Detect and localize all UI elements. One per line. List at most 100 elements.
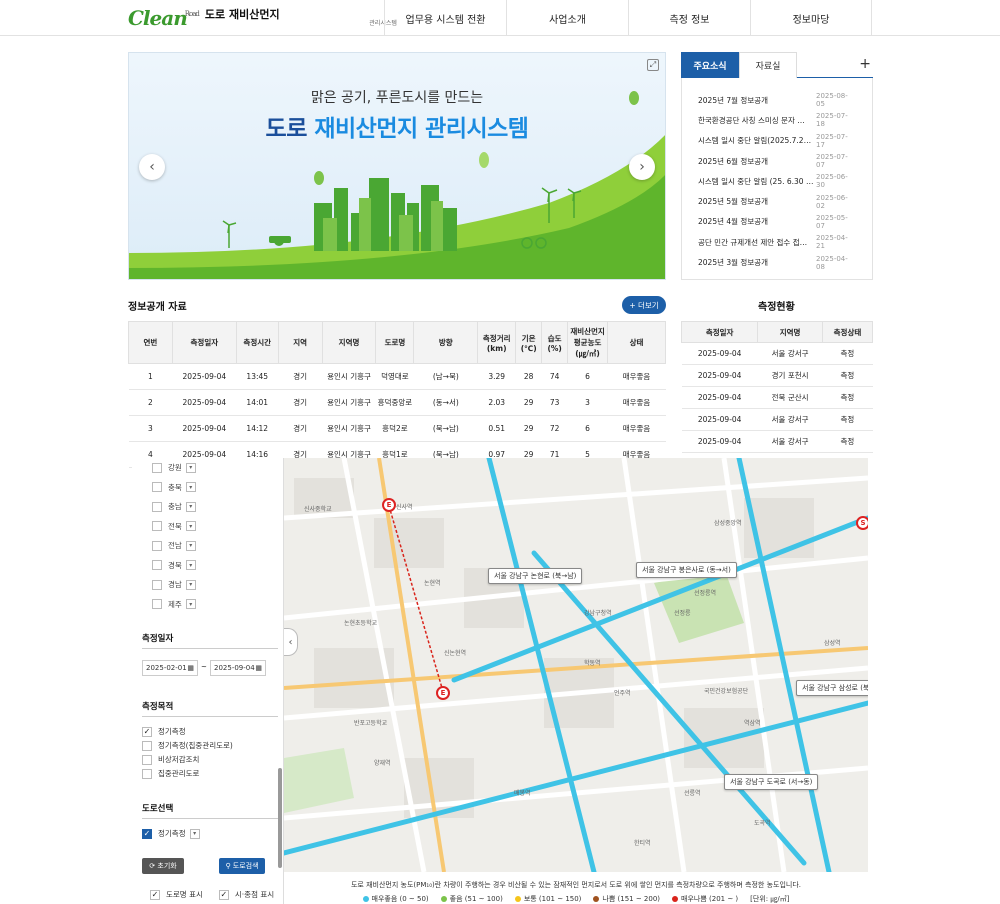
road-label-samseong[interactable]: 서울 강남구 삼성로 (북: [796, 680, 868, 696]
map-poi-label: 반포고등학교: [354, 720, 388, 727]
checkbox[interactable]: [142, 740, 152, 751]
expand-icon[interactable]: ⤢: [647, 59, 659, 71]
panel-collapse-button[interactable]: ‹: [284, 628, 298, 656]
road-search-button[interactable]: ⚲ 도로검색: [219, 858, 265, 874]
checkbox-checked-icon[interactable]: ✓: [150, 889, 160, 900]
table-row[interactable]: 3 2025-09-04 14:12 경기 용인시 기흥구 흥덕2로 (북→남) 0.51 29…: [128, 415, 666, 442]
news-date: 2025-05-07: [816, 213, 848, 230]
show-road-name-option[interactable]: ✓ 도로명 표시: [150, 889, 203, 900]
table-row[interactable]: 2 2025-09-04 14:01 경기 용인시 기흥구 흥덕중앙로 (동→서) 2.03 2…: [128, 389, 666, 416]
banner-prev-button[interactable]: ‹: [139, 154, 165, 180]
checkbox[interactable]: [152, 501, 162, 512]
purpose-option[interactable]: 비상저감조치: [142, 754, 199, 765]
table-cell: 매우좋음: [607, 389, 666, 416]
start-marker-icon[interactable]: S: [856, 516, 868, 530]
legend-item: 매우좋음 (0 ~ 50): [362, 894, 429, 904]
region-option[interactable]: 강원 ▾: [152, 462, 196, 473]
chevron-down-icon[interactable]: ▾: [185, 482, 196, 492]
chevron-down-icon[interactable]: ▾: [185, 579, 196, 590]
chevron-down-icon[interactable]: ▾: [185, 540, 196, 551]
panel-scrollbar[interactable]: [278, 768, 282, 868]
table-cell: 3.29: [477, 363, 516, 390]
checkbox[interactable]: [152, 560, 162, 570]
news-item[interactable]: 2025년 7월 정보공개 2025-08-05: [682, 90, 872, 110]
news-item[interactable]: 2025년 3월 정보공개 2025-04-08: [682, 252, 872, 272]
news-item[interactable]: 2025년 4월 정보공개 2025-05-07: [682, 212, 872, 232]
chevron-down-icon[interactable]: ▾: [185, 501, 196, 512]
region-option[interactable]: 전남 ▾: [152, 540, 196, 551]
news-date: 2025-04-08: [816, 254, 848, 271]
checkbox[interactable]: [152, 521, 162, 531]
end-marker-icon[interactable]: E: [436, 686, 450, 700]
table-header: 기온 (℃): [515, 321, 543, 364]
news-date: 2025-07-07: [816, 153, 848, 170]
more-button[interactable]: + 더보기: [622, 296, 666, 314]
chevron-down-icon[interactable]: ▾: [185, 521, 196, 531]
news-item[interactable]: 시스템 일시 중단 알림(2025.7.2… 2025-07-17: [682, 131, 872, 151]
table-cell: (동→서): [413, 389, 478, 416]
checkbox[interactable]: [152, 599, 162, 609]
main-banner[interactable]: 맑은 공기, 푸른도시를 만드는 도로 재비산먼지 관리시스템 ‹ › ⤢: [128, 52, 666, 280]
road-map[interactable]: E E S 서울 강남구 논현로 (북→남) 서울 강남구 봉은사로 (동→서)…: [284, 458, 868, 872]
plus-icon[interactable]: +: [859, 56, 871, 72]
checkbox-checked-icon[interactable]: ✓: [142, 828, 152, 839]
table-cell: 서울 강서구: [757, 342, 823, 365]
table-row[interactable]: 2025-09-04 서울 강서구 측정: [681, 430, 873, 453]
table-cell: 용인시 기흥구: [322, 415, 376, 442]
table-row[interactable]: 2025-09-04 경기 포천시 측정: [681, 364, 873, 387]
purpose-option[interactable]: 집중관리도로: [142, 768, 199, 779]
news-item[interactable]: 2025년 5월 정보공개 2025-06-02: [682, 191, 872, 211]
start-marker-icon[interactable]: E: [382, 498, 396, 512]
purpose-option[interactable]: 정기측정(집중관리도로): [142, 740, 233, 751]
region-option[interactable]: 제주 ▾: [152, 599, 196, 610]
nav-about[interactable]: 사업소개: [506, 0, 628, 36]
show-endpoints-option[interactable]: ✓ 시·종점 표시: [218, 889, 274, 900]
checkbox[interactable]: [142, 768, 152, 779]
nav-measurement-info[interactable]: 측정 정보: [628, 0, 750, 36]
banner-next-button[interactable]: ›: [629, 154, 655, 180]
checkbox[interactable]: [152, 540, 162, 551]
region-option[interactable]: 경북 ▾: [152, 560, 196, 571]
chevron-down-icon[interactable]: ▾: [185, 599, 196, 609]
table-row[interactable]: 2025-09-04 전북 군산시 측정: [681, 386, 873, 409]
road-label-dogok[interactable]: 서울 강남구 도곡로 (서→동): [724, 774, 819, 790]
road-select[interactable]: ✓ 정기측정 ▾: [142, 828, 200, 839]
region-option[interactable]: 충남 ▾: [152, 501, 196, 512]
date-from-input[interactable]: 2025-02-01 ▦: [142, 660, 198, 676]
filter-panel: 강원 ▾ 충북 ▾ 충남 ▾ 전북 ▾ 전남 ▾ 경북 ▾ 경남 ▾ 제주 ▾ 측정일자 2025-02-01…: [132, 458, 284, 904]
chevron-down-icon[interactable]: ▾: [185, 462, 196, 473]
chevron-down-icon[interactable]: ▾: [189, 828, 200, 839]
region-option[interactable]: 충북 ▾: [152, 482, 196, 493]
news-item[interactable]: 2025년 6월 정보공개 2025-07-07: [682, 151, 872, 171]
region-option[interactable]: 경남 ▾: [152, 579, 196, 590]
news-item[interactable]: 한국환경공단 사칭 스미싱 문자 … 2025-07-18: [682, 110, 872, 130]
news-item[interactable]: 공단 민간 규제개선 제안 접수 접… 2025-04-21: [682, 232, 872, 252]
chevron-down-icon[interactable]: ▾: [185, 560, 196, 570]
checkbox[interactable]: [152, 462, 162, 473]
checkbox[interactable]: [152, 482, 162, 492]
date-to-input[interactable]: 2025-09-04 ▦: [210, 660, 266, 676]
checkbox[interactable]: [152, 579, 162, 590]
checkbox-checked-icon[interactable]: ✓: [142, 726, 152, 737]
checkbox-checked-icon[interactable]: ✓: [218, 889, 229, 900]
search-icon: ⚲: [225, 862, 233, 870]
nav-system-switch[interactable]: 업무용 시스템 전환: [384, 0, 506, 36]
tab-library[interactable]: 자료실: [739, 52, 797, 78]
nav-info-plaza[interactable]: 정보마당: [750, 0, 872, 36]
checkbox[interactable]: [142, 754, 152, 765]
table-row[interactable]: 2025-09-04 서울 강서구 측정: [681, 408, 873, 431]
news-item[interactable]: 시스템 일시 중단 알림 (25. 6.30 … 2025-06-30: [682, 171, 872, 191]
table-header: 측정상태: [821, 321, 874, 343]
table-row[interactable]: 2025-09-04 서울 강서구 측정: [681, 342, 873, 365]
region-label: 충남: [168, 502, 182, 511]
region-label: 전남: [168, 541, 182, 550]
region-option[interactable]: 전북 ▾: [152, 521, 196, 532]
map-poi-label: 논현초등학교: [344, 620, 378, 627]
table-cell: 용인시 기흥구: [322, 363, 376, 390]
table-row[interactable]: 1 2025-09-04 13:45 경기 용인시 기흥구 덕영대로 (남→북) 3.29 28…: [128, 363, 666, 390]
tab-main-news[interactable]: 주요소식: [681, 52, 739, 78]
reset-button[interactable]: ⟳ 초기화: [142, 858, 184, 874]
road-label-bongeunsa[interactable]: 서울 강남구 봉은사로 (동→서): [636, 562, 737, 578]
purpose-option[interactable]: ✓ 정기측정: [142, 726, 186, 737]
road-label-nonhyeon[interactable]: 서울 강남구 논현로 (북→남): [488, 568, 583, 584]
